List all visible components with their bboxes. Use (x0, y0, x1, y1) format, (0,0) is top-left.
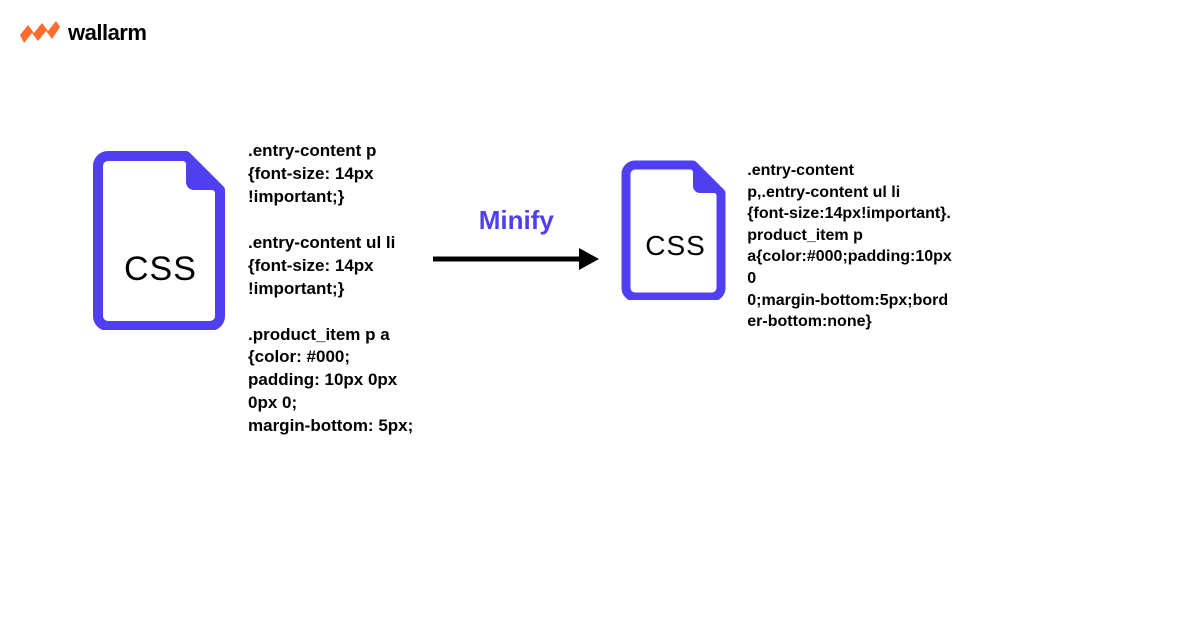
source-css-code: .entry-content p {font-size: 14px !impor… (248, 140, 413, 438)
arrow-icon (431, 244, 601, 274)
file-label: CSS (124, 250, 197, 289)
file-label: CSS (645, 230, 706, 262)
minified-css-code: .entry-content p,.entry-content ul li {f… (747, 160, 987, 333)
file-icon (90, 150, 230, 330)
arrow-label: Minify (479, 205, 554, 236)
transform-arrow: Minify (431, 205, 601, 274)
minify-diagram: CSS .entry-content p {font-size: 14px !i… (90, 150, 1160, 438)
wallarm-logo-icon (20, 21, 60, 45)
source-block: CSS .entry-content p {font-size: 14px !i… (90, 150, 413, 438)
minified-block: CSS .entry-content p,.entry-content ul l… (619, 150, 987, 333)
brand-logo: wallarm (20, 20, 146, 46)
brand-name: wallarm (68, 20, 146, 46)
